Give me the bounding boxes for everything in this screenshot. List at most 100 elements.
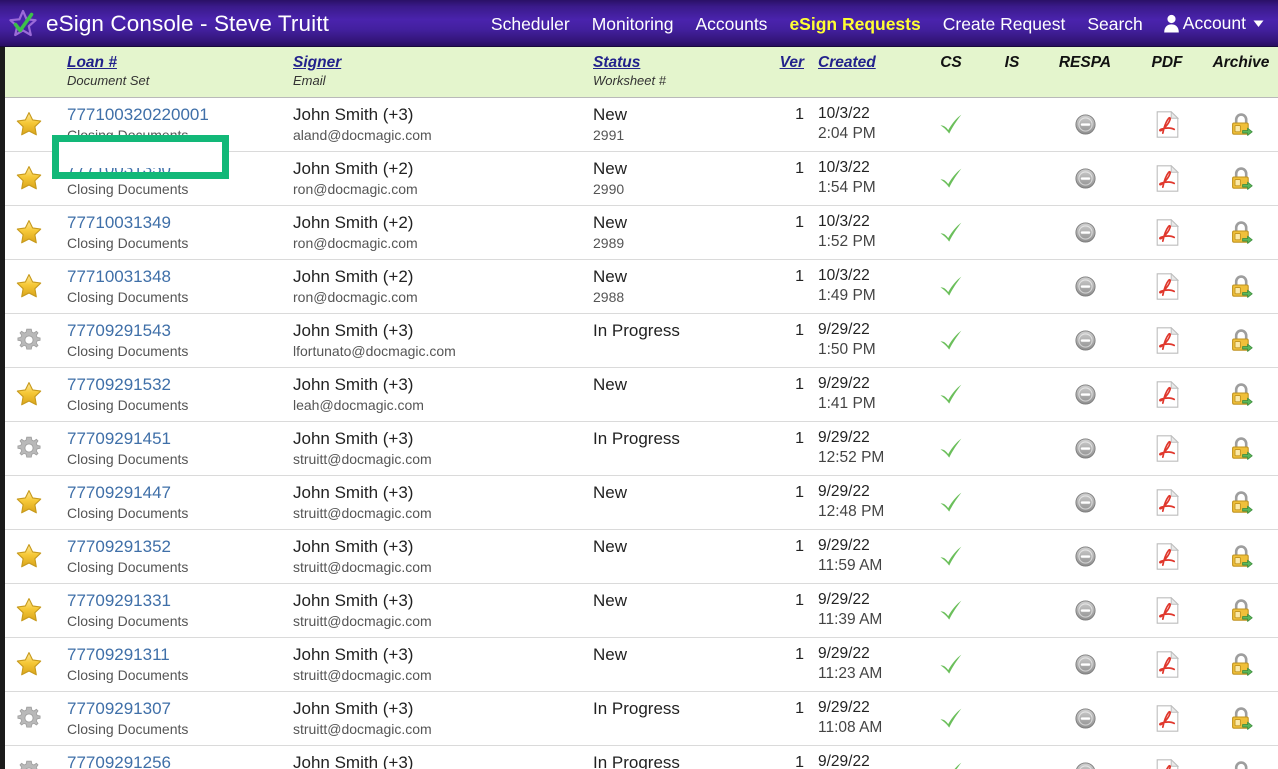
- check-icon[interactable]: [918, 760, 984, 769]
- table-row[interactable]: 77709291451 Closing Documents John Smith (…: [5, 421, 1278, 476]
- pdf-icon[interactable]: [1130, 704, 1204, 732]
- pdf-download-cell[interactable]: [1130, 259, 1204, 314]
- respa-status-cell[interactable]: [1040, 367, 1130, 422]
- minus-circle-icon[interactable]: [1040, 113, 1130, 135]
- minus-circle-icon[interactable]: [1040, 599, 1130, 621]
- star-icon[interactable]: [5, 164, 53, 192]
- star-icon[interactable]: [5, 650, 53, 678]
- lock-export-icon[interactable]: [1204, 220, 1278, 245]
- cs-status-cell[interactable]: [918, 205, 984, 260]
- nav-item-create-request[interactable]: Create Request: [932, 10, 1077, 38]
- archive-cell[interactable]: [1204, 745, 1278, 769]
- check-icon[interactable]: [918, 490, 984, 514]
- loan-number-link[interactable]: 77710031349: [67, 212, 171, 233]
- respa-status-cell[interactable]: [1040, 691, 1130, 746]
- column-header-status-label[interactable]: Status: [593, 54, 640, 72]
- star-icon[interactable]: [5, 596, 53, 624]
- check-icon[interactable]: [918, 166, 984, 190]
- minus-circle-icon[interactable]: [1040, 545, 1130, 567]
- archive-cell[interactable]: [1204, 151, 1278, 206]
- table-row[interactable]: 77710031348 Closing Documents John Smith (…: [5, 259, 1278, 314]
- row-flag-cell[interactable]: [5, 205, 53, 260]
- respa-status-cell[interactable]: [1040, 97, 1130, 152]
- archive-cell[interactable]: [1204, 583, 1278, 638]
- lock-export-icon[interactable]: [1204, 436, 1278, 461]
- pdf-download-cell[interactable]: [1130, 637, 1204, 692]
- cs-status-cell[interactable]: [918, 313, 984, 368]
- loan-number-link[interactable]: 77709291307: [67, 698, 171, 719]
- star-icon[interactable]: [5, 488, 53, 516]
- loan-number-link[interactable]: 77709291311: [67, 644, 170, 665]
- loan-number-link[interactable]: 77709291447: [67, 482, 171, 503]
- star-icon[interactable]: [5, 542, 53, 570]
- minus-circle-icon[interactable]: [1040, 167, 1130, 189]
- check-icon[interactable]: [918, 382, 984, 406]
- lock-export-icon[interactable]: [1204, 166, 1278, 191]
- nav-item-accounts[interactable]: Accounts: [684, 10, 778, 38]
- check-icon[interactable]: [918, 598, 984, 622]
- table-row[interactable]: 77709291256Closing DocumentsJohn Smith (…: [5, 745, 1278, 769]
- cs-status-cell[interactable]: [918, 259, 984, 314]
- row-flag-cell[interactable]: [5, 97, 53, 152]
- pdf-download-cell[interactable]: [1130, 529, 1204, 584]
- respa-status-cell[interactable]: [1040, 313, 1130, 368]
- check-icon[interactable]: [918, 220, 984, 244]
- loan-number-link[interactable]: 77710031350: [67, 158, 171, 179]
- respa-status-cell[interactable]: [1040, 475, 1130, 530]
- row-flag-cell[interactable]: [5, 691, 53, 746]
- respa-status-cell[interactable]: [1040, 745, 1130, 769]
- pdf-icon[interactable]: [1130, 434, 1204, 462]
- loan-number-link[interactable]: 77709291331: [67, 590, 171, 611]
- star-icon[interactable]: [5, 380, 53, 408]
- cs-status-cell[interactable]: [918, 367, 984, 422]
- table-row[interactable]: 77709291311 Closing Documents John Smith (…: [5, 637, 1278, 692]
- archive-cell[interactable]: [1204, 691, 1278, 746]
- loan-number-link[interactable]: 777100320220001: [67, 104, 209, 125]
- nav-item-esign-requests[interactable]: eSign Requests: [778, 10, 931, 38]
- loan-number-link[interactable]: 77710031348: [67, 266, 171, 287]
- gear-icon[interactable]: [5, 704, 53, 732]
- table-row[interactable]: 77710031349 Closing Documents John Smith (…: [5, 205, 1278, 260]
- minus-circle-icon[interactable]: [1040, 761, 1130, 769]
- lock-export-icon[interactable]: [1204, 490, 1278, 515]
- pdf-icon[interactable]: [1130, 380, 1204, 408]
- row-flag-cell[interactable]: [5, 529, 53, 584]
- archive-cell[interactable]: [1204, 529, 1278, 584]
- column-header-loan-label[interactable]: Loan #: [67, 54, 117, 72]
- pdf-download-cell[interactable]: [1130, 691, 1204, 746]
- respa-status-cell[interactable]: [1040, 583, 1130, 638]
- lock-export-icon[interactable]: [1204, 382, 1278, 407]
- check-icon[interactable]: [918, 112, 984, 136]
- pdf-icon[interactable]: [1130, 272, 1204, 300]
- check-icon[interactable]: [918, 436, 984, 460]
- row-flag-cell[interactable]: [5, 637, 53, 692]
- respa-status-cell[interactable]: [1040, 205, 1130, 260]
- lock-export-icon[interactable]: [1204, 706, 1278, 731]
- star-icon[interactable]: [5, 218, 53, 246]
- column-header-ver-label[interactable]: Ver: [780, 54, 804, 72]
- pdf-download-cell[interactable]: [1130, 313, 1204, 368]
- gear-icon[interactable]: [5, 326, 53, 354]
- pdf-download-cell[interactable]: [1130, 205, 1204, 260]
- row-flag-cell[interactable]: [5, 421, 53, 476]
- account-menu[interactable]: Account: [1154, 11, 1270, 36]
- check-icon[interactable]: [918, 652, 984, 676]
- cs-status-cell[interactable]: [918, 97, 984, 152]
- archive-cell[interactable]: [1204, 313, 1278, 368]
- minus-circle-icon[interactable]: [1040, 491, 1130, 513]
- minus-circle-icon[interactable]: [1040, 437, 1130, 459]
- column-header-ver[interactable]: Ver: [763, 47, 818, 98]
- row-flag-cell[interactable]: [5, 259, 53, 314]
- loan-number-link[interactable]: 77709291451: [67, 428, 171, 449]
- nav-item-monitoring[interactable]: Monitoring: [581, 10, 685, 38]
- pdf-icon[interactable]: [1130, 542, 1204, 570]
- archive-cell[interactable]: [1204, 97, 1278, 152]
- minus-circle-icon[interactable]: [1040, 329, 1130, 351]
- gear-icon[interactable]: [5, 434, 53, 462]
- pdf-icon[interactable]: [1130, 650, 1204, 678]
- pdf-download-cell[interactable]: [1130, 583, 1204, 638]
- minus-circle-icon[interactable]: [1040, 221, 1130, 243]
- check-icon[interactable]: [918, 706, 984, 730]
- minus-circle-icon[interactable]: [1040, 653, 1130, 675]
- row-flag-cell[interactable]: [5, 313, 53, 368]
